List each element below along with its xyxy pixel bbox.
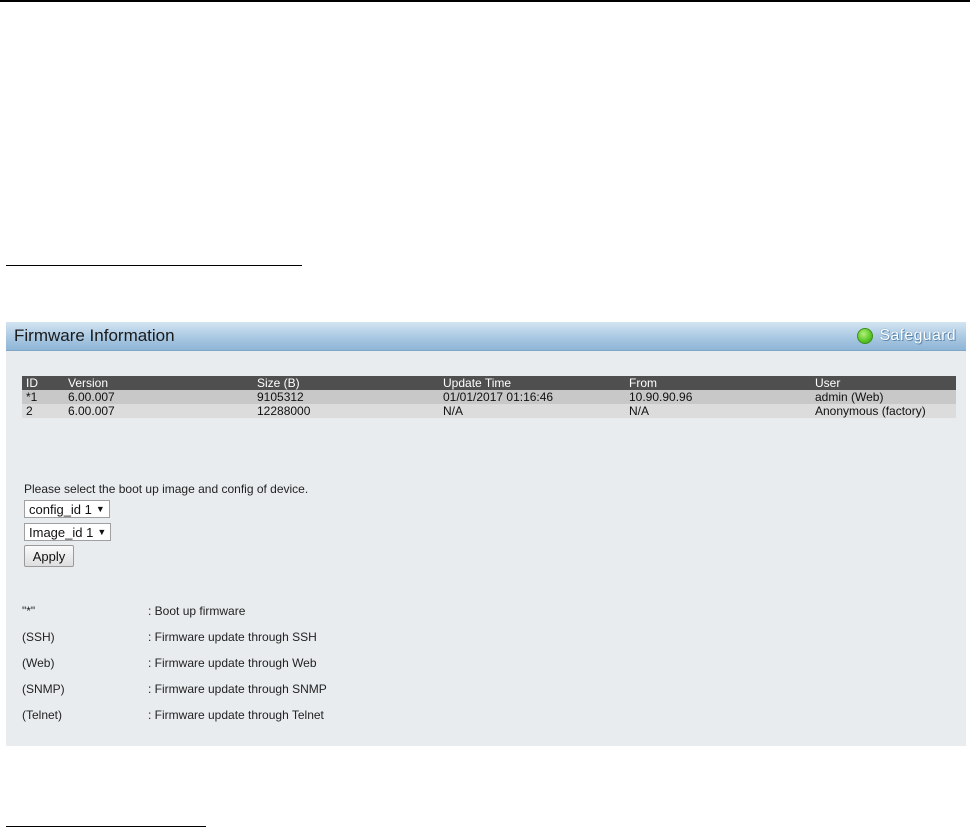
image-id-select-value: Image_id 1 <box>29 524 94 540</box>
legend-description: : Firmware update through Web <box>148 656 317 670</box>
document-underline-top <box>6 265 302 266</box>
column-header-size: Size (B) <box>253 376 439 390</box>
legend-item: (Web) : Firmware update through Web <box>22 656 522 672</box>
image-id-select[interactable]: Image_id 1 ▼ <box>24 523 112 541</box>
cell-version: 6.00.007 <box>64 390 253 404</box>
column-header-user: User <box>811 376 956 390</box>
legend-symbol: (Web) <box>22 656 55 670</box>
cell-from: N/A <box>625 404 811 418</box>
firmware-table: ID Version Size (B) Update Time From Use… <box>22 376 956 418</box>
legend-symbol: (SSH) <box>22 630 55 644</box>
cell-from: 10.90.90.96 <box>625 390 811 404</box>
panel-title: Firmware Information <box>14 326 175 345</box>
legend-item: (SNMP) : Firmware update through SNMP <box>22 682 522 698</box>
panel-header: Firmware Information Safeguard <box>6 322 966 351</box>
safeguard-status-icon <box>857 328 874 344</box>
column-header-version: Version <box>64 376 253 390</box>
page-top-rule <box>0 0 970 2</box>
column-header-id: ID <box>22 376 64 390</box>
legend-description: : Boot up firmware <box>148 604 246 618</box>
config-id-select[interactable]: config_id 1 ▼ <box>24 500 110 518</box>
legend-item: "*" : Boot up firmware <box>22 604 522 620</box>
legend-symbol: (SNMP) <box>22 682 65 696</box>
legend-symbol: "*" <box>22 604 36 618</box>
config-id-select-value: config_id 1 <box>29 501 92 517</box>
cell-version: 6.00.007 <box>64 404 253 418</box>
table-header-row: ID Version Size (B) Update Time From Use… <box>22 376 956 390</box>
cell-size: 9105312 <box>253 390 439 404</box>
cell-user: admin (Web) <box>811 390 956 404</box>
cell-id: *1 <box>22 390 64 404</box>
dropdown-arrow-icon: ▼ <box>95 504 105 514</box>
dropdown-arrow-icon: ▼ <box>97 527 107 537</box>
column-header-update-time: Update Time <box>439 376 625 390</box>
safeguard-indicator[interactable]: Safeguard <box>857 327 956 345</box>
legend-description: : Firmware update through Telnet <box>148 708 324 722</box>
cell-size: 12288000 <box>253 404 439 418</box>
document-underline-bottom <box>6 826 206 827</box>
table-row: *1 6.00.007 9105312 01/01/2017 01:16:46 … <box>22 390 956 404</box>
legend-symbol: (Telnet) <box>22 708 63 722</box>
legend-item: (Telnet) : Firmware update through Telne… <box>22 708 522 724</box>
legend-description: : Firmware update through SSH <box>148 630 317 644</box>
legend-item: (SSH) : Firmware update through SSH <box>22 630 522 646</box>
cell-user: Anonymous (factory) <box>811 404 956 418</box>
column-header-from: From <box>625 376 811 390</box>
table-row: 2 6.00.007 12288000 N/A N/A Anonymous (f… <box>22 404 956 418</box>
apply-button[interactable]: Apply <box>24 545 74 567</box>
legend-description: : Firmware update through SNMP <box>148 682 327 696</box>
firmware-information-panel: Firmware Information Safeguard ID Versio… <box>6 322 966 746</box>
boot-select-prompt: Please select the boot up image and conf… <box>24 482 309 496</box>
safeguard-label: Safeguard <box>879 327 956 344</box>
cell-id: 2 <box>22 404 64 418</box>
cell-update-time: N/A <box>439 404 625 418</box>
cell-update-time: 01/01/2017 01:16:46 <box>439 390 625 404</box>
